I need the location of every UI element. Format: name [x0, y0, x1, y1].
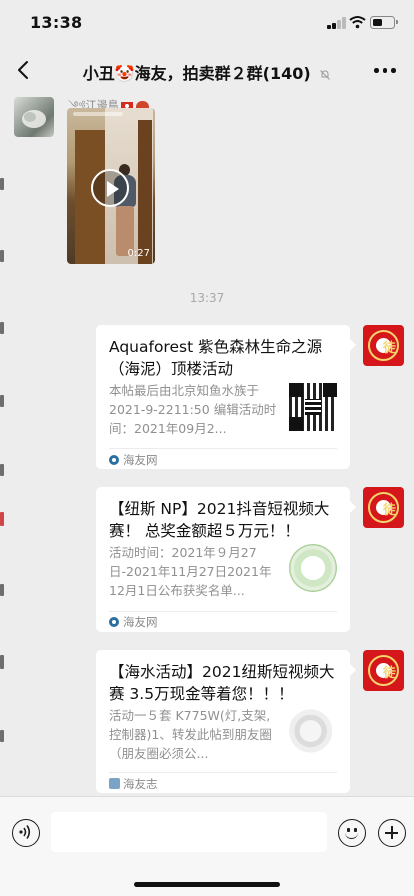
self-avatar[interactable]: 徒: [363, 325, 404, 366]
card-divider: [109, 448, 337, 449]
edge-fragment: [0, 250, 4, 262]
card-source-text: 海友网: [123, 615, 158, 629]
edge-fragment: [0, 655, 4, 669]
chat-title: 小丑🤡海友，拍卖群２群(140): [60, 60, 354, 84]
edge-fragment: [0, 584, 4, 596]
gray-logo-thumbnail: [289, 707, 337, 755]
edge-fragment: [0, 730, 4, 742]
source-icon: [109, 778, 120, 789]
card-divider: [109, 611, 337, 612]
status-bar: 13:38: [0, 0, 414, 46]
link-card[interactable]: 【海水活动】2021纽斯短视频大赛 3.5万现金等着您！！！ 活动一５套 K77…: [96, 650, 356, 793]
emoji-icon[interactable]: [338, 819, 366, 847]
card-description: 活动一５套 K775W(灯,支架,控制器)1、转发此帖到朋友圈（朋友圈必须公..…: [109, 708, 272, 761]
green-logo-thumbnail: [289, 544, 337, 592]
edge-fragment: [0, 178, 4, 190]
card-divider: [109, 772, 337, 773]
card-source: 海友网: [109, 452, 158, 468]
chat-header: 小丑🤡海友，拍卖群２群(140): [0, 46, 414, 94]
edge-fragment: [0, 464, 4, 476]
video-message[interactable]: 0:27: [67, 108, 155, 264]
card-source-text: 海友志: [123, 777, 158, 791]
card-source: 海友网: [109, 614, 158, 630]
source-icon: [109, 455, 119, 465]
self-avatar[interactable]: 徒: [363, 487, 404, 528]
signal-icon: [327, 17, 346, 29]
voice-icon[interactable]: [12, 819, 40, 847]
link-card[interactable]: Aquaforest 紫色森林生命之源（海泥）顶楼活动 本帖最后由北京知鱼水族于…: [96, 325, 356, 469]
play-icon[interactable]: [91, 169, 129, 207]
status-time: 13:38: [30, 13, 83, 32]
edge-fragment: [0, 395, 4, 407]
video-duration: 0:27: [127, 248, 150, 259]
qr-code-thumbnail: [289, 383, 337, 431]
link-card[interactable]: 【纽斯 NP】2021抖音短视频大赛！ 总奖金额超５万元！！ 活动时间：2021…: [96, 487, 356, 632]
edge-fragment: [0, 512, 4, 526]
card-title: 【海水活动】2021纽斯短视频大赛 3.5万现金等着您！！！: [109, 663, 335, 703]
chat-title-text: 小丑🤡海友，拍卖群２群(140): [82, 64, 311, 83]
card-description: 活动时间：2021年９月27日-2021年11月27日2021年12月1日公布获…: [109, 545, 272, 598]
back-icon[interactable]: [10, 56, 38, 84]
plus-icon[interactable]: [378, 819, 406, 847]
message-input[interactable]: [51, 812, 327, 852]
card-title: 【纽斯 NP】2021抖音短视频大赛！ 总奖金额超５万元！！: [109, 500, 330, 540]
wifi-icon: [349, 16, 366, 29]
sender-avatar[interactable]: [14, 97, 54, 137]
edge-fragment: [0, 322, 4, 334]
mute-icon: [320, 69, 331, 80]
more-icon[interactable]: [374, 68, 396, 74]
home-indicator: [134, 882, 280, 887]
source-icon: [109, 617, 119, 627]
card-title: Aquaforest 紫色森林生命之源（海泥）顶楼活动: [109, 338, 323, 378]
battery-icon: [370, 16, 398, 29]
card-source: 海友志: [109, 776, 158, 792]
video-watermark: [73, 112, 123, 116]
card-description: 本帖最后由北京知鱼水族于 2021-9-2211:50 编辑活动时间：2021年…: [109, 383, 277, 436]
self-avatar[interactable]: 徒: [363, 650, 404, 691]
input-bar: [0, 796, 414, 896]
card-source-text: 海友网: [123, 453, 158, 467]
message-timestamp: 13:37: [189, 291, 225, 305]
